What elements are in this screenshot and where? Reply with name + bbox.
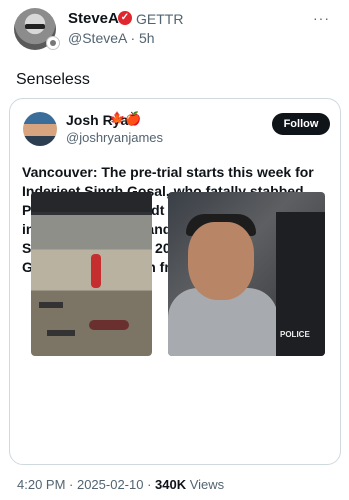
views-count: 340K	[155, 477, 187, 492]
quoted-author-avatar[interactable]	[23, 112, 57, 146]
more-horizontal-icon[interactable]: ···	[313, 10, 330, 26]
author-handle[interactable]: @SteveA · 5h	[68, 30, 155, 46]
storefront-awning	[31, 192, 152, 212]
standing-person	[91, 254, 101, 288]
cafe-table	[39, 302, 63, 308]
media-image-arrest[interactable]: POLICE	[168, 192, 325, 356]
suspect-face	[188, 222, 254, 300]
post-meta: 4:20 PM · 2025-02-10 · 340K Views	[17, 477, 224, 492]
avatar-badge-icon	[46, 36, 60, 50]
quoted-author-handle[interactable]: @joshryanjames	[66, 130, 163, 145]
verified-icon: ✓	[118, 11, 132, 25]
views-label: Views	[186, 477, 225, 492]
media-image-starbucks-scene[interactable]	[31, 192, 152, 356]
platform-label: GETTR	[136, 11, 184, 27]
post-text: Senseless	[16, 71, 90, 88]
author-name[interactable]: SteveA	[68, 10, 119, 27]
cafe-table	[47, 330, 75, 336]
post-timestamp: 4:20 PM · 2025-02-10 ·	[17, 477, 156, 492]
avatar-glasses	[25, 24, 45, 29]
follow-button[interactable]: Follow	[272, 113, 330, 135]
victim-on-floor	[89, 320, 129, 330]
police-vest-label: POLICE	[280, 330, 310, 339]
maple-leaf-apple-icons: 🍁🍎	[109, 111, 142, 126]
